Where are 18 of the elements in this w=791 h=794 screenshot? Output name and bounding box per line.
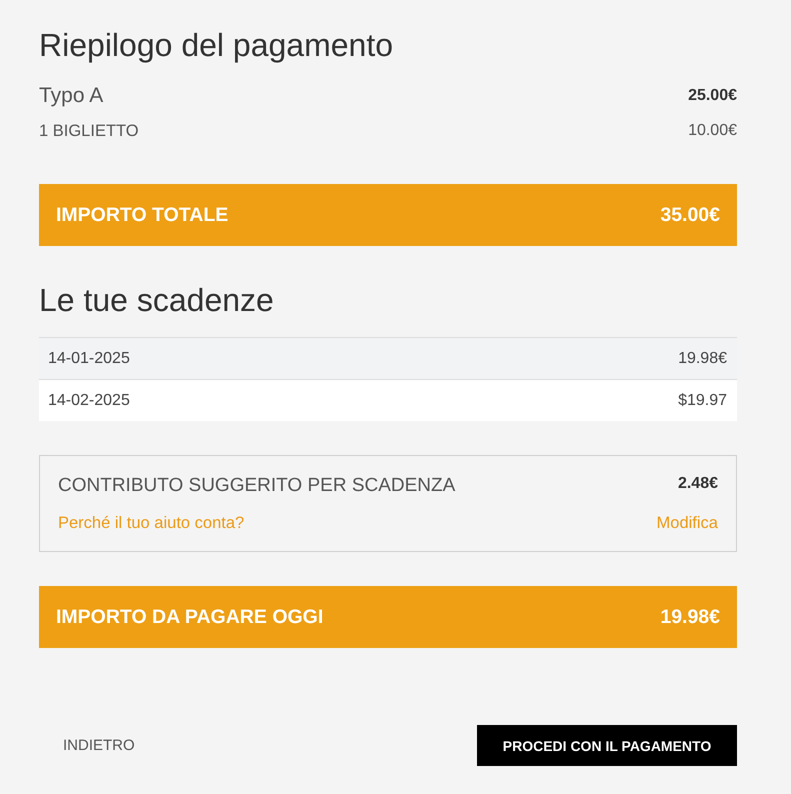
item-amount: 25.00€ [688,87,737,105]
date-cell: 14-01-2025 [48,350,130,368]
contribution-amount: 2.48€ [678,475,718,493]
item-label: 1 BIGLIETTO [39,122,139,140]
item-amount: 10.00€ [688,122,737,140]
due-today-amount: 19.98€ [660,606,720,628]
total-label: IMPORTO TOTALE [56,204,228,226]
amount-cell: $19.97 [678,392,727,410]
total-amount: 35.00€ [660,204,720,226]
back-button[interactable]: INDIETRO [39,725,159,766]
amount-cell: 19.98€ [678,350,727,368]
date-cell: 14-02-2025 [48,392,130,410]
proceed-button[interactable]: PROCEDI CON IL PAGAMENTO [477,725,737,766]
due-today-label: IMPORTO DA PAGARE OGGI [56,606,324,628]
item-label: Typo A [39,84,104,108]
contribution-label: CONTRIBUTO SUGGERITO PER SCADENZA [58,475,456,497]
section-title: Riepilogo del pagamento [39,26,394,64]
section-title: Le tue scadenze [39,281,275,319]
